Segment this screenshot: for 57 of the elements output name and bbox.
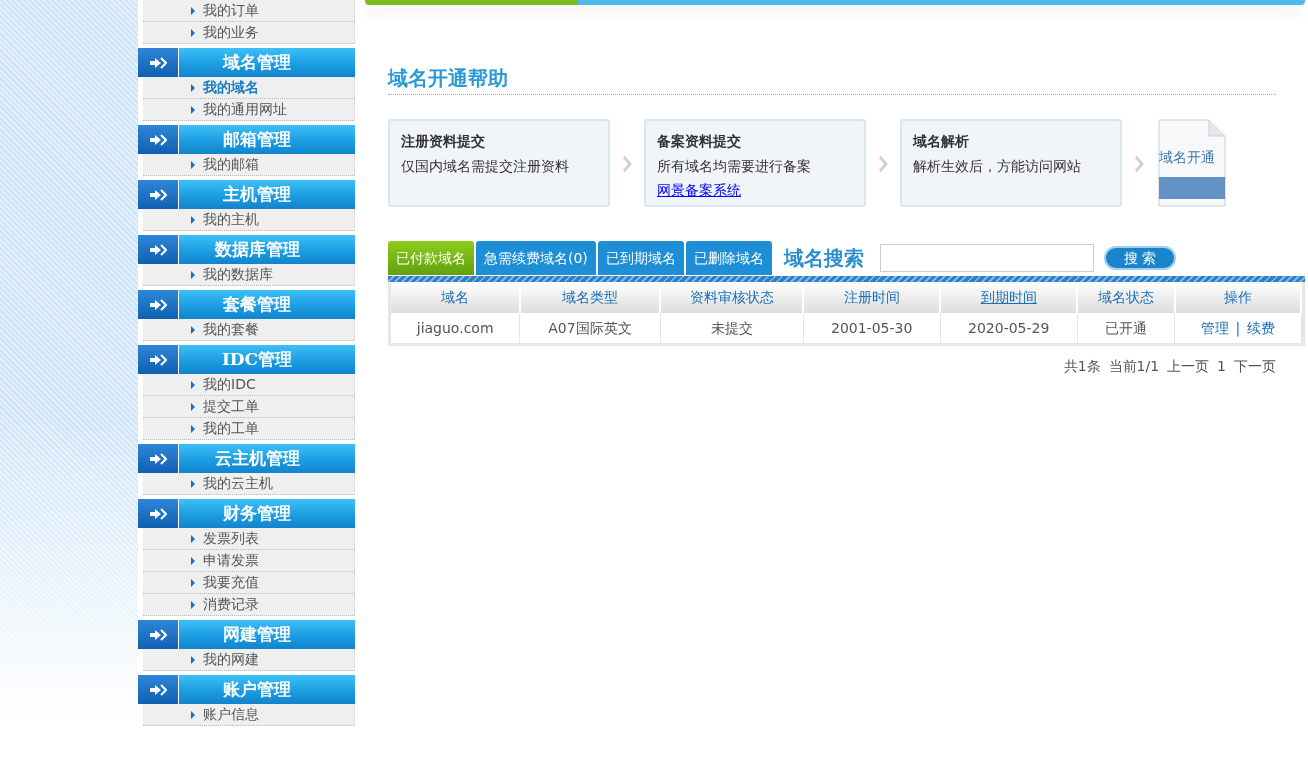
column-header: 域名类型	[562, 289, 618, 305]
step-text: 仅国内域名需提交注册资料	[401, 156, 570, 176]
sidebar-item[interactable]: 我的主机	[143, 209, 355, 231]
search-title: 域名搜索	[783, 245, 864, 272]
step-title: 备案资料提交	[657, 132, 742, 151]
sidebar-item[interactable]: 我的域名	[143, 77, 355, 99]
separator: |	[1235, 319, 1241, 336]
step-text: 所有域名均需要进行备案	[657, 156, 812, 176]
step-title: 注册资料提交	[401, 132, 486, 151]
tab[interactable]: 急需续费域名(0)	[476, 241, 596, 275]
sidebar-item[interactable]: 提交工单	[143, 396, 355, 418]
sidebar-item[interactable]: 我的云主机	[143, 473, 355, 495]
pagination-item[interactable]: 当前1/1	[1108, 356, 1160, 377]
action-link[interactable]: 管理	[1200, 319, 1229, 336]
chevron-icon	[1134, 154, 1144, 173]
sidebar-item[interactable]: 我的订单	[143, 0, 355, 22]
pagination-item[interactable]: 1	[1217, 356, 1226, 377]
table-cell: 2020-05-29	[968, 319, 1050, 336]
sidebar-item[interactable]: 我的通用网址	[143, 99, 355, 121]
pagination-item[interactable]: 上一页	[1167, 356, 1210, 377]
link[interactable]: 网景备案系统	[657, 180, 741, 201]
column-header: 注册时间	[843, 289, 900, 305]
column-header: 操作	[1223, 289, 1252, 305]
tab[interactable]: 已删除域名	[685, 241, 772, 275]
table-cell: 未提交	[710, 319, 753, 336]
action-link[interactable]: 续费	[1247, 319, 1276, 336]
document-label: 域名开通	[1159, 148, 1215, 167]
section-title: 域名开通帮助	[388, 63, 1276, 95]
document-icon	[1156, 119, 1228, 207]
sidebar-item[interactable]: 我的数据库	[143, 264, 355, 286]
sidebar-item[interactable]: 我的业务	[143, 22, 355, 44]
search-button[interactable]: 搜 索	[1103, 246, 1176, 270]
sidebar-item[interactable]: 我的工单	[143, 418, 355, 440]
sidebar-item[interactable]: 申请发票	[143, 550, 355, 572]
column-header: 资料审核状态	[689, 289, 774, 305]
pagination-item[interactable]: 下一页	[1234, 356, 1276, 377]
sidebar-item[interactable]: 账户信息	[143, 704, 355, 726]
tab[interactable]: 已到期域名	[597, 241, 684, 275]
sidebar-item[interactable]: 消费记录	[143, 594, 355, 616]
table-cell: 已开通	[1105, 319, 1147, 336]
sidebar-item[interactable]: 我的套餐	[143, 319, 355, 341]
sidebar-item[interactable]: 发票列表	[143, 528, 355, 550]
column-header: 域名	[440, 289, 469, 305]
column-header: 域名状态	[1098, 289, 1154, 305]
sidebar-item[interactable]: 我的IDC	[143, 374, 355, 396]
step-text: 解析生效后，方能访问网站	[913, 156, 1082, 176]
sidebar-item[interactable]: 我的邮箱	[143, 154, 355, 176]
pagination-item[interactable]: 共1条	[1063, 356, 1101, 377]
chevron-icon	[878, 154, 888, 173]
sidebar-item[interactable]: 我的网建	[143, 649, 355, 671]
table-cell: 2001-05-30	[830, 319, 913, 336]
chevron-icon	[622, 154, 632, 173]
table-cell: A07国际英文	[548, 319, 632, 336]
table-cell: jiaguo.com	[416, 319, 494, 336]
search-field[interactable]	[879, 244, 1094, 272]
sidebar-item[interactable]: 我要充值	[143, 572, 355, 594]
step-title: 域名解析	[913, 132, 970, 151]
